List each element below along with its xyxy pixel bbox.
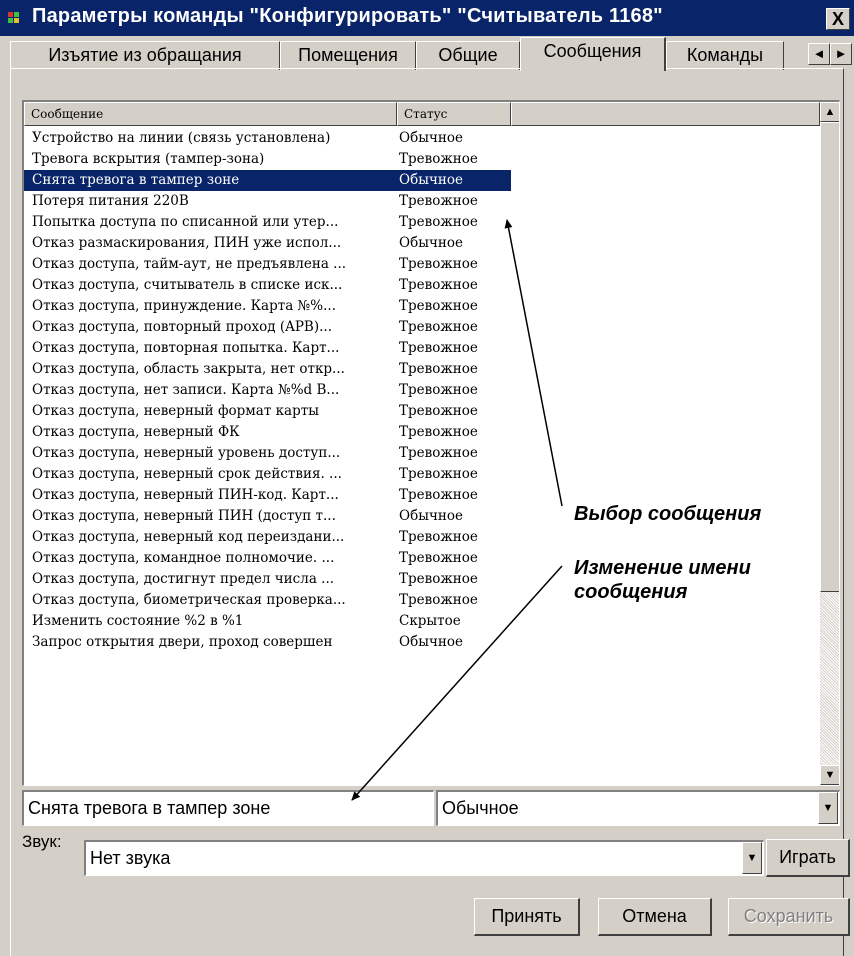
tab-messages[interactable]: Сообщения <box>520 37 666 71</box>
arrow-to-name-field <box>351 565 563 801</box>
arrow-to-selected-row <box>504 219 563 507</box>
annotation-arrows <box>351 219 563 801</box>
